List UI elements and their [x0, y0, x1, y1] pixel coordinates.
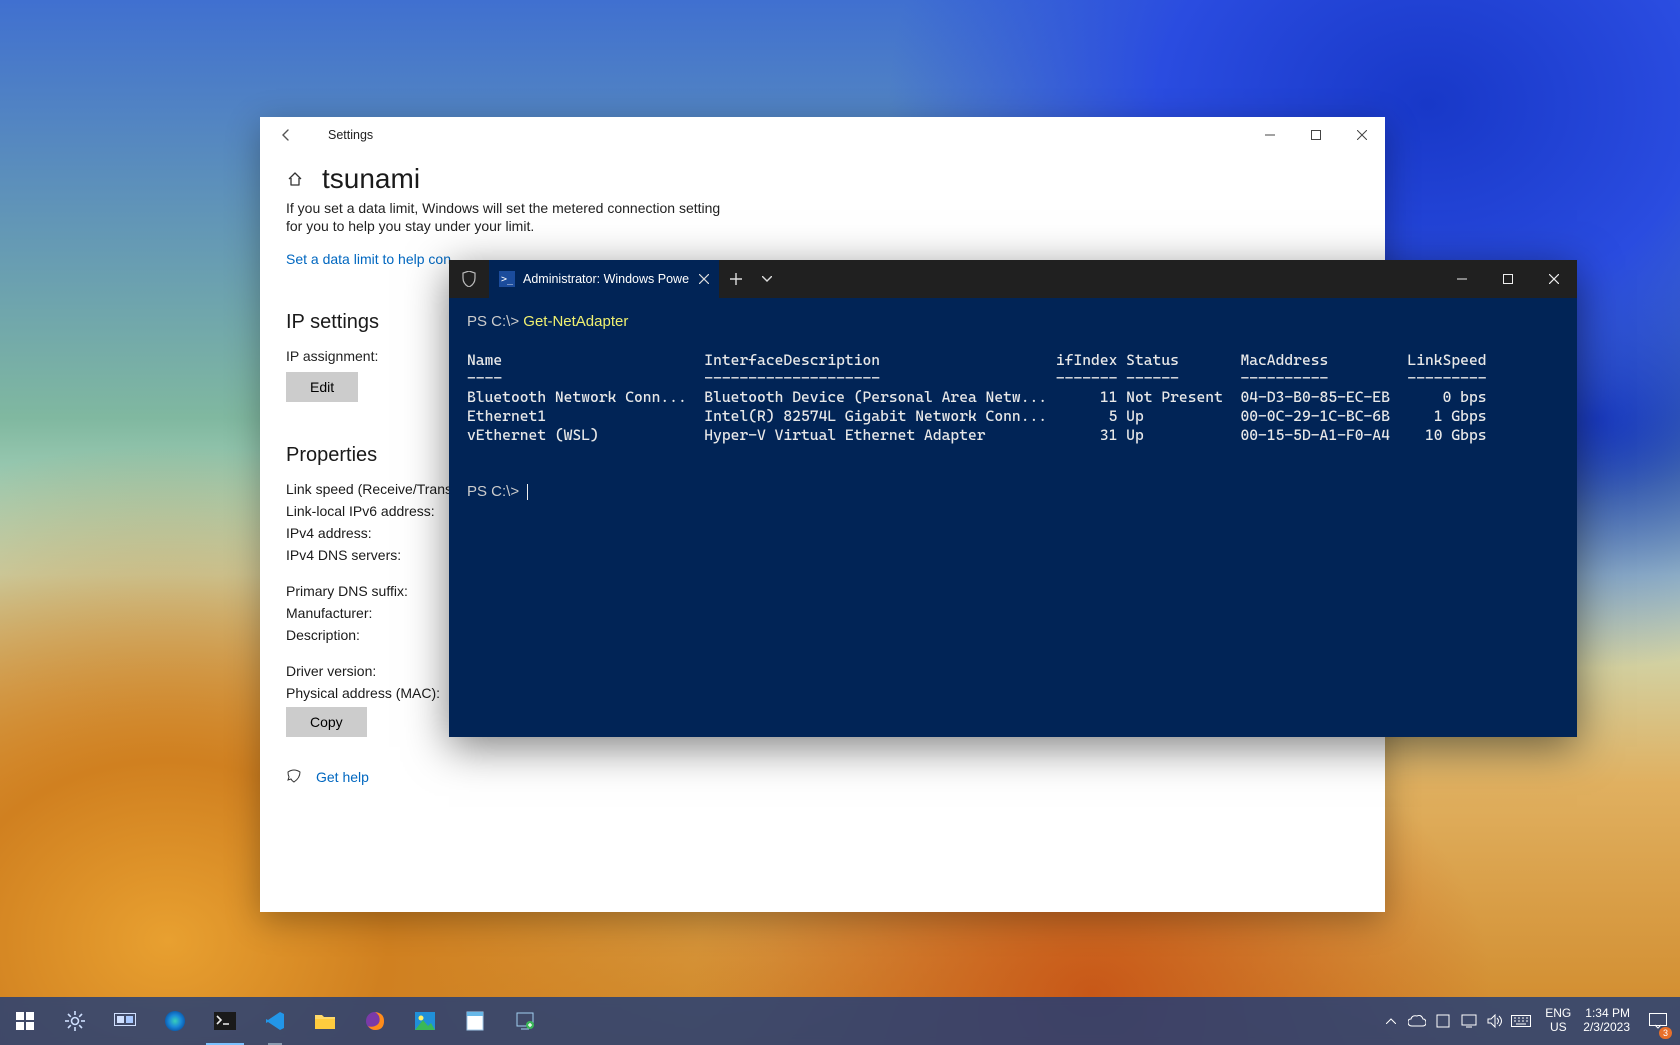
gear-icon	[65, 1011, 85, 1031]
taskbar-notepad[interactable]	[450, 997, 500, 1045]
taskbar-explorer[interactable]	[300, 997, 350, 1045]
tab-dropdown-button[interactable]	[753, 260, 781, 298]
lang-secondary: US	[1545, 1021, 1571, 1035]
maximize-icon	[1311, 130, 1321, 140]
settings-titlebar[interactable]: Settings	[260, 117, 1385, 153]
chevron-down-icon	[762, 276, 772, 282]
notification-badge: 3	[1659, 1027, 1672, 1039]
taskbar-vscode[interactable]	[250, 997, 300, 1045]
notepad-icon	[466, 1011, 484, 1031]
taskbar-photos[interactable]	[400, 997, 450, 1045]
copy-button[interactable]: Copy	[286, 707, 367, 737]
close-icon	[699, 274, 709, 284]
edge-icon	[164, 1010, 186, 1032]
maximize-button[interactable]	[1293, 118, 1339, 152]
terminal-close-button[interactable]	[1531, 260, 1577, 298]
onedrive-icon[interactable]	[1407, 1011, 1427, 1031]
arrow-left-icon	[279, 128, 293, 142]
clock[interactable]: 1:34 PM 2/3/2023	[1577, 997, 1636, 1045]
close-icon	[1357, 130, 1367, 140]
system-tray[interactable]	[1373, 997, 1539, 1045]
terminal-minimize-button[interactable]	[1439, 260, 1485, 298]
security-icon[interactable]	[1433, 1011, 1453, 1031]
app-icon	[515, 1012, 535, 1030]
photos-icon	[415, 1012, 435, 1030]
task-view-button[interactable]	[100, 997, 150, 1045]
terminal-output[interactable]: PS C:\> Get-NetAdapter Name InterfaceDes…	[449, 298, 1577, 737]
edit-button[interactable]: Edit	[286, 372, 358, 402]
window-title: Settings	[328, 128, 373, 142]
tab-close-button[interactable]	[699, 274, 709, 284]
network-icon[interactable]	[1459, 1011, 1479, 1031]
back-button[interactable]	[270, 119, 302, 151]
plus-icon	[730, 273, 742, 285]
close-button[interactable]	[1339, 118, 1385, 152]
minimize-icon	[1265, 130, 1275, 140]
maximize-icon	[1503, 274, 1513, 284]
taskbar-app[interactable]	[500, 997, 550, 1045]
terminal-window: >_ Administrator: Windows Powe PS C:\> G…	[449, 260, 1577, 737]
desktop: Settings tsunami If you set a data limit…	[0, 0, 1680, 1045]
taskbar-edge[interactable]	[150, 997, 200, 1045]
taskbar[interactable]: ENG US 1:34 PM 2/3/2023 3	[0, 997, 1680, 1045]
action-center-button[interactable]: 3	[1636, 997, 1680, 1045]
start-button[interactable]	[0, 997, 50, 1045]
folder-icon	[314, 1012, 336, 1030]
terminal-titlebar[interactable]: >_ Administrator: Windows Powe	[449, 260, 1577, 298]
minimize-button[interactable]	[1247, 118, 1293, 152]
terminal-tab[interactable]: >_ Administrator: Windows Powe	[489, 260, 719, 298]
get-help-link[interactable]: Get help	[316, 769, 369, 785]
taskbar-firefox[interactable]	[350, 997, 400, 1045]
page-title: tsunami	[322, 163, 420, 195]
minimize-icon	[1457, 274, 1467, 284]
tray-chevron-up-icon[interactable]	[1381, 1011, 1401, 1031]
firefox-icon	[365, 1011, 385, 1031]
terminal-icon	[214, 1012, 236, 1030]
data-limit-link[interactable]: Set a data limit to help con	[286, 251, 451, 267]
clock-time: 1:34 PM	[1583, 1007, 1630, 1021]
home-icon[interactable]	[286, 170, 304, 188]
terminal-maximize-button[interactable]	[1485, 260, 1531, 298]
lang-primary: ENG	[1545, 1007, 1571, 1021]
help-icon	[286, 769, 302, 785]
shield-icon	[449, 260, 489, 298]
vscode-icon	[265, 1011, 285, 1031]
task-view-icon	[114, 1013, 136, 1029]
powershell-icon: >_	[499, 271, 515, 287]
volume-icon[interactable]	[1485, 1011, 1505, 1031]
windows-logo-icon	[16, 1012, 34, 1030]
new-tab-button[interactable]	[719, 260, 753, 298]
close-icon	[1549, 274, 1559, 284]
keyboard-icon[interactable]	[1511, 1011, 1531, 1031]
settings-description: If you set a data limit, Windows will se…	[286, 199, 726, 235]
clock-date: 2/3/2023	[1583, 1021, 1630, 1035]
taskbar-settings[interactable]	[50, 997, 100, 1045]
terminal-tab-title: Administrator: Windows Powe	[523, 272, 689, 286]
taskbar-terminal[interactable]	[200, 997, 250, 1045]
language-indicator[interactable]: ENG US	[1539, 997, 1577, 1045]
